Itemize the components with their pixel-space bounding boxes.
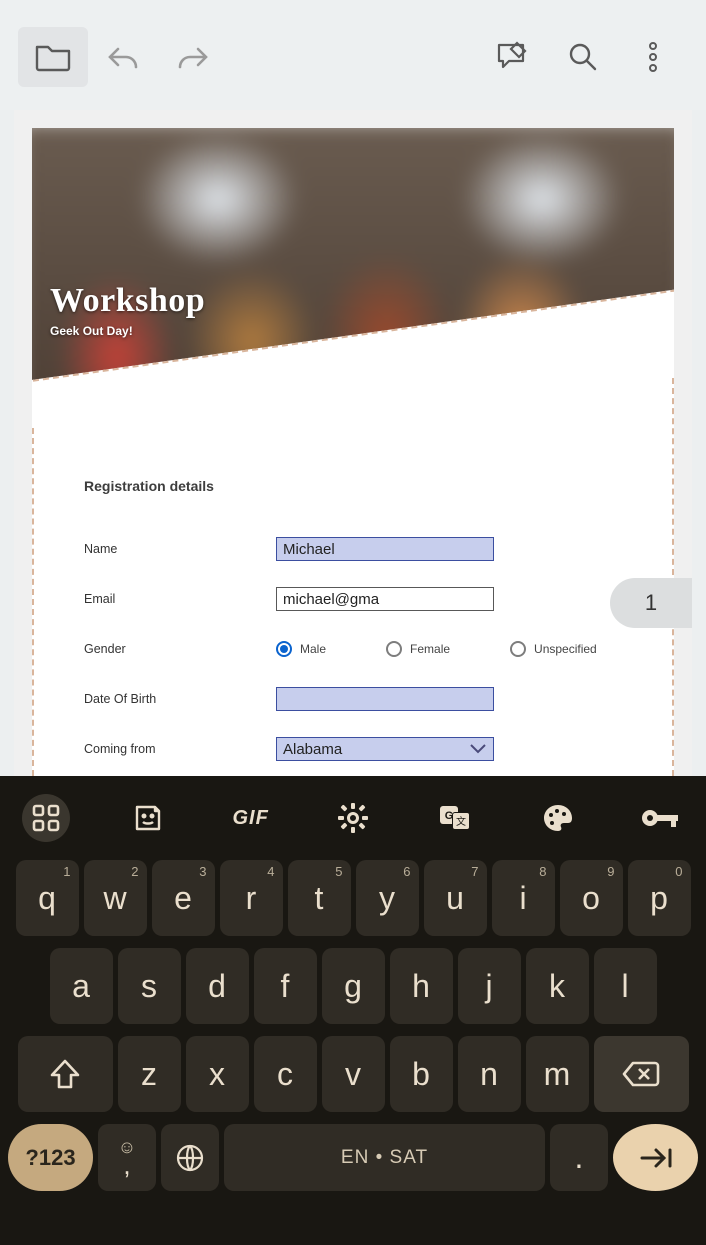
- kbd-key-t[interactable]: t5: [288, 860, 351, 936]
- coming-from-label: Coming from: [84, 742, 276, 756]
- kbd-gif-button[interactable]: GIF: [227, 794, 275, 842]
- tab-next-icon: [638, 1146, 674, 1170]
- radio-icon: [510, 641, 526, 657]
- kbd-key-s[interactable]: s: [118, 948, 181, 1024]
- kbd-key-g[interactable]: g: [322, 948, 385, 1024]
- kbd-language-key[interactable]: [161, 1124, 219, 1191]
- globe-icon: [175, 1143, 205, 1173]
- search-button[interactable]: [548, 27, 618, 87]
- gender-male-radio[interactable]: Male: [276, 641, 326, 657]
- kbd-shift-key[interactable]: [18, 1036, 113, 1112]
- grid-icon: [32, 804, 60, 832]
- radio-icon: [276, 641, 292, 657]
- kbd-key-k[interactable]: k: [526, 948, 589, 1024]
- document-page: Workshop Geek Out Day! Registration deta…: [32, 128, 674, 776]
- kbd-key-l[interactable]: l: [594, 948, 657, 1024]
- soft-keyboard: GIF G文 q1w2e3r4t5y6u7i8o9p0 asdfghjkl zx…: [0, 776, 706, 1245]
- kbd-space-key[interactable]: EN • SAT: [224, 1124, 545, 1191]
- kbd-key-q[interactable]: q1: [16, 860, 79, 936]
- kbd-translate-button[interactable]: G文: [431, 794, 479, 842]
- hero-title: Workshop: [50, 282, 205, 320]
- kbd-enter-key[interactable]: [613, 1124, 698, 1191]
- kbd-key-z[interactable]: z: [118, 1036, 181, 1112]
- key-icon: [641, 807, 679, 829]
- redo-button[interactable]: [158, 27, 228, 87]
- kbd-theme-button[interactable]: [534, 794, 582, 842]
- kbd-sticker-button[interactable]: [124, 794, 172, 842]
- kbd-key-n[interactable]: n: [458, 1036, 521, 1112]
- kbd-key-m[interactable]: m: [526, 1036, 589, 1112]
- hero-subtitle: Geek Out Day!: [50, 324, 205, 338]
- coming-from-select[interactable]: [276, 737, 494, 761]
- undo-icon: [106, 43, 140, 71]
- gear-icon: [338, 803, 368, 833]
- kbd-password-button[interactable]: [636, 794, 684, 842]
- radio-icon: [386, 641, 402, 657]
- kbd-key-r[interactable]: r4: [220, 860, 283, 936]
- page-number-pill[interactable]: 1: [610, 578, 692, 628]
- registration-form: Registration details Name Email Gender M…: [32, 468, 674, 774]
- kbd-apps-button[interactable]: [22, 794, 70, 842]
- email-label: Email: [84, 592, 276, 606]
- kbd-key-j[interactable]: j: [458, 948, 521, 1024]
- app-toolbar: [0, 0, 706, 110]
- kbd-key-y[interactable]: y6: [356, 860, 419, 936]
- comment-edit-icon: [495, 41, 531, 73]
- kbd-key-d[interactable]: d: [186, 948, 249, 1024]
- name-input[interactable]: [276, 537, 494, 561]
- svg-text:文: 文: [456, 815, 466, 828]
- kbd-key-c[interactable]: c: [254, 1036, 317, 1112]
- kbd-key-a[interactable]: a: [50, 948, 113, 1024]
- more-vert-icon: [649, 42, 657, 72]
- kbd-key-e[interactable]: e3: [152, 860, 215, 936]
- kbd-emoji-comma-key[interactable]: ☺,: [98, 1124, 156, 1191]
- shift-icon: [48, 1057, 82, 1091]
- kbd-key-h[interactable]: h: [390, 948, 453, 1024]
- kbd-key-v[interactable]: v: [322, 1036, 385, 1112]
- section-title: Registration details: [84, 478, 622, 494]
- hero-image: Workshop Geek Out Day!: [32, 128, 674, 428]
- redo-icon: [176, 43, 210, 71]
- palette-icon: [542, 803, 574, 833]
- dob-label: Date Of Birth: [84, 692, 276, 706]
- email-input[interactable]: [276, 587, 494, 611]
- sticker-icon: [133, 803, 163, 833]
- kbd-key-i[interactable]: i8: [492, 860, 555, 936]
- undo-button[interactable]: [88, 27, 158, 87]
- kbd-symbols-key[interactable]: ?123: [8, 1124, 93, 1191]
- name-label: Name: [84, 542, 276, 556]
- comment-button[interactable]: [478, 27, 548, 87]
- kbd-key-u[interactable]: u7: [424, 860, 487, 936]
- kbd-settings-button[interactable]: [329, 794, 377, 842]
- gender-female-radio[interactable]: Female: [386, 641, 450, 657]
- more-button[interactable]: [618, 27, 688, 87]
- gender-unspecified-radio[interactable]: Unspecified: [510, 641, 597, 657]
- kbd-period-key[interactable]: .: [550, 1124, 608, 1191]
- kbd-key-x[interactable]: x: [186, 1036, 249, 1112]
- kbd-key-w[interactable]: w2: [84, 860, 147, 936]
- document-canvas: Workshop Geek Out Day! Registration deta…: [14, 110, 692, 776]
- kbd-backspace-key[interactable]: [594, 1036, 689, 1112]
- gender-label: Gender: [84, 642, 276, 656]
- kbd-key-o[interactable]: o9: [560, 860, 623, 936]
- folder-button[interactable]: [18, 27, 88, 87]
- search-icon: [567, 41, 599, 73]
- kbd-key-p[interactable]: p0: [628, 860, 691, 936]
- kbd-key-f[interactable]: f: [254, 948, 317, 1024]
- folder-icon: [35, 42, 71, 72]
- svg-text:G: G: [445, 810, 454, 822]
- translate-icon: G文: [439, 803, 471, 833]
- kbd-key-b[interactable]: b: [390, 1036, 453, 1112]
- backspace-icon: [621, 1059, 661, 1089]
- dob-input[interactable]: [276, 687, 494, 711]
